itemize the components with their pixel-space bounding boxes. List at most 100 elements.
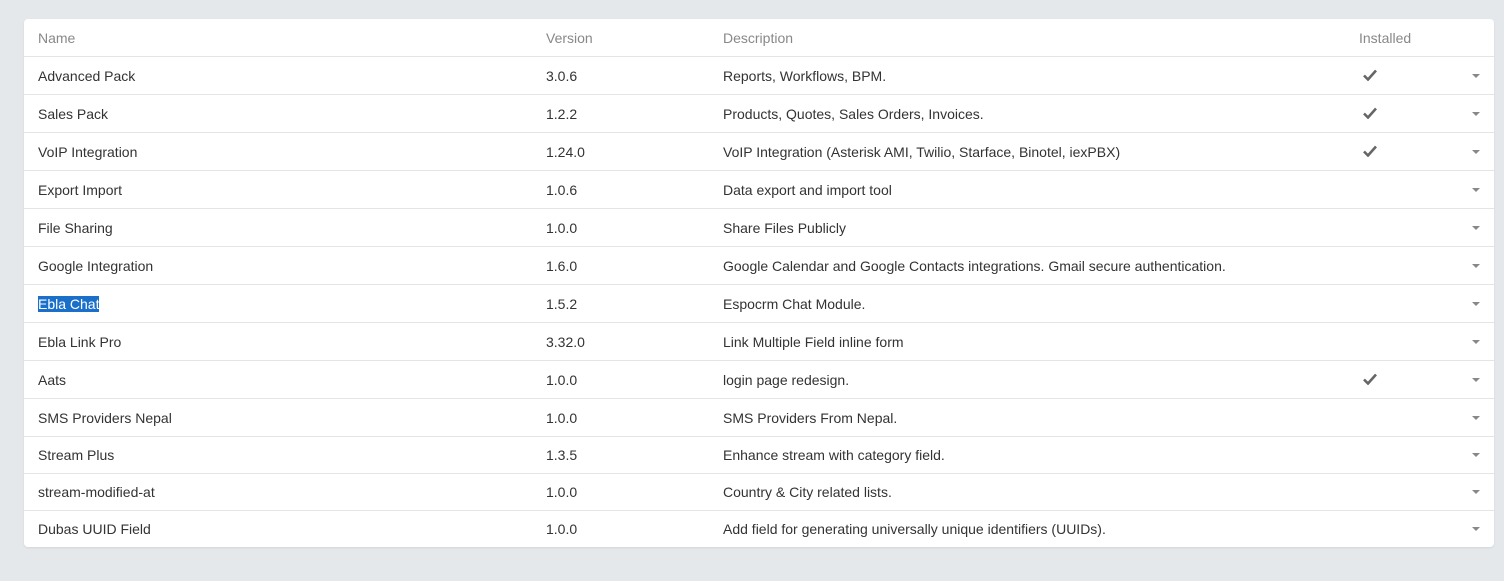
extension-name-cell: Stream Plus: [24, 436, 546, 474]
extension-name: Stream Plus: [38, 447, 115, 463]
extension-name-cell: stream-modified-at: [24, 473, 546, 511]
extension-description: Google Calendar and Google Contacts inte…: [723, 246, 1359, 285]
column-header-installed[interactable]: Installed: [1359, 19, 1454, 57]
installed-cell: [1359, 170, 1454, 209]
caret-down-icon[interactable]: [1472, 187, 1480, 192]
extension-name-cell: VoIP Integration: [24, 132, 546, 171]
extension-name-cell: Google Integration: [24, 246, 546, 285]
installed-cell: [1359, 398, 1454, 437]
row-actions-cell: [1454, 398, 1494, 437]
extension-description: Share Files Publicly: [723, 208, 1359, 247]
caret-down-icon[interactable]: [1472, 339, 1480, 344]
extension-version: 1.6.0: [546, 246, 723, 285]
caret-down-icon[interactable]: [1472, 527, 1480, 531]
extension-name-cell: Ebla Chat: [24, 284, 546, 323]
extension-name-cell: Aats: [24, 360, 546, 399]
extension-description: Products, Quotes, Sales Orders, Invoices…: [723, 94, 1359, 133]
table-row: VoIP Integration 1.24.0 VoIP Integration (…: [24, 132, 1494, 171]
extension-version: 1.2.2: [546, 94, 723, 133]
installed-cell: [1359, 56, 1454, 95]
extension-version: 1.0.0: [546, 473, 723, 511]
extension-version: 3.32.0: [546, 322, 723, 361]
extension-description: Link Multiple Field inline form: [723, 322, 1359, 361]
extension-name: Dubas UUID Field: [38, 521, 151, 537]
extension-name-cell: SMS Providers Nepal: [24, 398, 546, 437]
extension-name-cell: Ebla Link Pro: [24, 322, 546, 361]
extension-description: Espocrm Chat Module.: [723, 284, 1359, 323]
row-actions-cell: [1454, 511, 1494, 548]
row-actions-cell: [1454, 56, 1494, 95]
extension-name-cell: Advanced Pack: [24, 56, 546, 95]
caret-down-icon[interactable]: [1472, 73, 1480, 78]
extension-version: 1.0.0: [546, 398, 723, 437]
caret-down-icon[interactable]: [1472, 149, 1480, 154]
caret-down-icon[interactable]: [1472, 415, 1480, 420]
extension-name: Ebla Chat: [38, 295, 100, 312]
caret-down-icon[interactable]: [1472, 377, 1480, 382]
installed-cell: [1359, 360, 1454, 399]
caret-down-icon[interactable]: [1472, 263, 1480, 268]
column-header-version[interactable]: Version: [546, 19, 723, 57]
check-icon: [1363, 107, 1377, 122]
extension-name-cell: Dubas UUID Field: [24, 511, 546, 548]
extension-description: SMS Providers From Nepal.: [723, 398, 1359, 437]
extension-name: Advanced Pack: [38, 67, 136, 84]
extension-name: stream-modified-at: [38, 484, 155, 500]
caret-down-icon[interactable]: [1472, 301, 1480, 306]
row-actions-cell: [1454, 246, 1494, 285]
installed-cell: [1359, 284, 1454, 323]
table-row: Sales Pack 1.2.2 Products, Quotes, Sales O…: [24, 94, 1494, 133]
table-row: Stream Plus 1.3.5 Enhance stream with cate…: [24, 436, 1494, 474]
table-header-row: Name Version Description Installed: [24, 19, 1494, 57]
check-icon: [1363, 373, 1377, 388]
table-row: Ebla Link Pro 3.32.0 Link Multiple Field i…: [24, 322, 1494, 361]
table-row: Google Integration 1.6.0 Google Calendar a…: [24, 246, 1494, 285]
extension-name: VoIP Integration: [38, 143, 138, 160]
extension-description: Reports, Workflows, BPM.: [723, 56, 1359, 95]
installed-cell: [1359, 208, 1454, 247]
row-actions-cell: [1454, 284, 1494, 323]
row-actions-cell: [1454, 208, 1494, 247]
extension-name-cell: File Sharing: [24, 208, 546, 247]
caret-down-icon[interactable]: [1472, 490, 1480, 494]
extension-version: 1.0.0: [546, 521, 578, 537]
column-header-description[interactable]: Description: [723, 19, 1359, 57]
column-header-actions: [1454, 19, 1494, 57]
extension-description: login page redesign.: [723, 360, 1359, 399]
row-actions-cell: [1454, 322, 1494, 361]
extension-version: 1.5.2: [546, 284, 723, 323]
installed-cell: [1359, 511, 1454, 548]
row-actions-cell: [1454, 170, 1494, 209]
row-actions-cell: [1454, 360, 1494, 399]
extension-version: 1.3.5: [546, 436, 723, 474]
extension-name: File Sharing: [38, 219, 113, 236]
installed-cell: [1359, 132, 1454, 171]
row-actions-cell: [1454, 473, 1494, 511]
extension-name: Aats: [38, 371, 67, 388]
extensions-table: Name Version Description Installed Advan…: [24, 19, 1494, 547]
caret-down-icon[interactable]: [1472, 225, 1480, 230]
table-row: Export Import 1.0.6 Data export and import…: [24, 170, 1494, 209]
table-row: Advanced Pack 3.0.6 Reports, Workflows, BP…: [24, 56, 1494, 95]
table-row: stream-modified-at 1.0.0 Country & City re…: [24, 473, 1494, 511]
caret-down-icon[interactable]: [1472, 111, 1480, 116]
table-row: Dubas UUID Field 1.0.0 Add field for gener…: [24, 511, 1494, 548]
row-actions-cell: [1454, 132, 1494, 171]
column-header-name[interactable]: Name: [24, 19, 546, 57]
extension-name: Sales Pack: [38, 105, 109, 122]
extension-version: 1.0.0: [546, 208, 723, 247]
installed-cell: [1359, 94, 1454, 133]
extension-description: Enhance stream with category field.: [723, 436, 1359, 474]
caret-down-icon[interactable]: [1472, 453, 1480, 457]
installed-cell: [1359, 246, 1454, 285]
extension-name: Ebla Link Pro: [38, 333, 122, 350]
installed-cell: [1359, 322, 1454, 361]
extension-version: 1.24.0: [546, 132, 723, 171]
extension-name: Google Integration: [38, 257, 154, 274]
check-icon: [1363, 145, 1377, 160]
extension-description: Country & City related lists.: [723, 473, 1359, 511]
extension-name: Export Import: [38, 181, 123, 198]
extensions-list-panel: Name Version Description Installed Advan…: [24, 19, 1494, 547]
extension-name: SMS Providers Nepal: [38, 409, 172, 426]
row-actions-cell: [1454, 94, 1494, 133]
